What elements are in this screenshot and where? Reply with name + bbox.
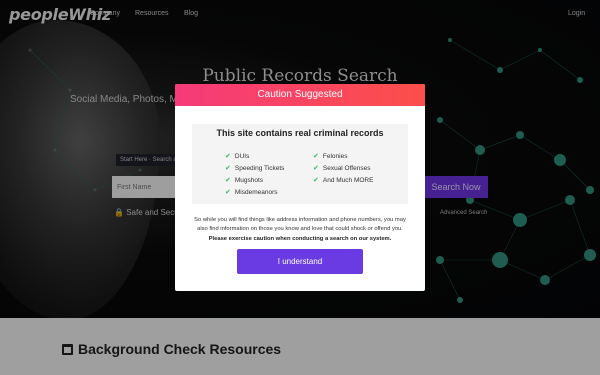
list-item: ✔ Felonies <box>313 153 348 160</box>
notice-title: This site contains real criminal records <box>216 128 384 138</box>
caution-body-text: So while you will find things like addre… <box>194 217 406 242</box>
check-icon: ✔ <box>313 177 319 184</box>
check-icon: ✔ <box>225 189 231 196</box>
caution-modal: Caution Suggested This site contains rea… <box>175 84 425 291</box>
i-understand-button[interactable]: I understand <box>237 249 363 274</box>
list-item: ✔ Misdemeanors <box>225 189 278 196</box>
check-icon: ✔ <box>313 165 319 172</box>
check-icon: ✔ <box>313 153 319 160</box>
check-icon: ✔ <box>225 165 231 172</box>
list-item: ✔ And Much MORE <box>313 177 374 184</box>
check-icon: ✔ <box>225 177 231 184</box>
list-item: ✔ Speeding Tickets <box>225 165 285 172</box>
list-item: ✔ Mugshots <box>225 177 264 184</box>
list-item: ✔ DUIs <box>225 153 250 160</box>
check-icon: ✔ <box>225 153 231 160</box>
list-item: ✔ Sexual Offenses <box>313 165 371 172</box>
modal-header: Caution Suggested <box>175 84 425 106</box>
